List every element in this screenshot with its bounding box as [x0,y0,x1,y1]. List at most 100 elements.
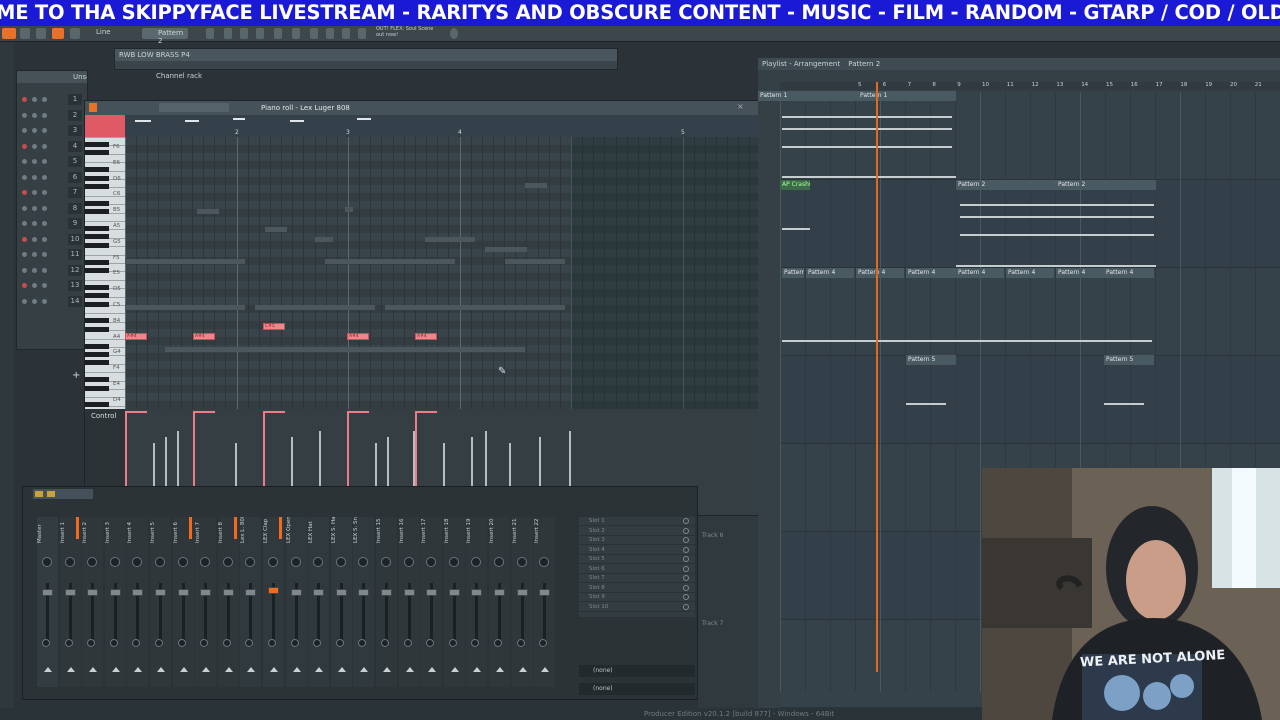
pan-knob-icon[interactable] [32,221,37,226]
channel-row[interactable]: 4 [20,140,82,154]
volume-fader[interactable] [494,589,505,596]
black-key[interactable] [85,360,109,366]
pan-knob-icon[interactable] [32,283,37,288]
pan-knob-icon[interactable] [32,267,37,273]
pan-knob-icon[interactable] [32,205,37,211]
mixer-meter-icon[interactable] [47,491,55,497]
channel-row[interactable]: 7 [20,187,82,200]
fx-slot[interactable]: Slot 4 [579,546,695,555]
route-arrow-icon[interactable] [360,667,369,672]
mode-select[interactable]: Line [96,28,111,36]
pan-knob-icon[interactable] [32,174,37,180]
send-knob-icon[interactable] [177,639,186,647]
mixer-strip[interactable]: Insert 5 [150,517,171,687]
midi-note[interactable]: A#4 [193,333,215,340]
channel-number[interactable]: 6 [68,171,82,183]
volume-knob-icon[interactable] [42,112,47,118]
mixer-strip[interactable]: Insert 7 [195,517,217,687]
help-icon[interactable] [326,28,334,39]
black-key[interactable] [85,402,109,408]
route-arrow-icon[interactable] [337,667,346,672]
news-ticker[interactable]: OUT! FLEX: Soul Scene out now! [376,26,438,41]
route-arrow-icon[interactable] [134,667,143,672]
piano-roll-icon[interactable] [224,28,232,39]
mixer-strip[interactable]: Insert 2 [82,517,104,687]
pan-knob-icon[interactable] [245,557,256,567]
volume-knob-icon[interactable] [42,174,47,180]
pan-knob-icon[interactable] [222,557,233,567]
send-knob-icon[interactable] [494,639,502,647]
fx-slot-toggle-icon[interactable] [683,594,689,600]
fx-slot-toggle-icon[interactable] [683,584,689,591]
channel-row[interactable]: 8 [20,202,82,216]
volume-fader[interactable] [64,589,76,596]
fx-slot[interactable]: Slot 6 [579,565,695,574]
send-knob-icon[interactable] [222,639,231,647]
send-knob-icon[interactable] [403,639,412,647]
fx-slot[interactable]: Slot 1 [579,517,695,526]
pan-knob-icon[interactable] [42,557,52,567]
record-button[interactable] [52,28,64,39]
mixer-strip[interactable]: Insert 15 [376,517,397,687]
channel-number[interactable]: 9 [68,218,82,229]
black-key[interactable] [85,167,109,173]
volume-fader[interactable] [290,589,302,596]
route-arrow-icon[interactable] [496,667,504,672]
pan-knob-icon[interactable] [32,236,37,242]
pan-knob-icon[interactable] [32,298,37,304]
pan-knob-icon[interactable] [516,557,527,567]
black-key[interactable] [85,200,109,206]
send-input-select[interactable]: (none) [579,665,695,677]
channel-number[interactable]: 13 [68,280,82,291]
volume-fader[interactable] [313,589,325,596]
route-arrow-icon[interactable] [157,667,165,672]
mixer-strip[interactable]: Insert 3 [104,517,126,687]
pr-close-icon[interactable]: × [737,102,744,111]
pencil-icon[interactable] [36,28,46,39]
mixer-strip[interactable]: Insert 8 [217,517,239,687]
tempo-icon[interactable] [310,28,318,39]
channel-row[interactable]: 2 [20,109,82,123]
send-knob-icon[interactable] [516,639,525,647]
route-arrow-icon[interactable] [473,667,482,672]
channel-led-icon[interactable] [22,221,27,226]
pr-tools-group[interactable] [159,103,229,112]
volume-knob-icon[interactable] [42,128,47,133]
volume-fader[interactable] [471,589,483,596]
send-output-select[interactable]: (none) [579,683,695,695]
piano-roll-grid[interactable]: A#4 A#4 C#5 A#4 A#4 [125,137,771,409]
pan-knob-icon[interactable] [200,557,211,567]
black-key[interactable] [85,150,109,156]
fx-slot[interactable]: Slot 2 [579,527,695,536]
pan-knob-icon[interactable] [358,557,369,567]
channel-number[interactable]: 14 [68,295,82,307]
plugin-icon[interactable] [292,28,300,39]
send-knob-icon[interactable] [42,639,50,647]
black-key[interactable] [85,184,109,189]
channel-number[interactable]: 5 [68,156,82,167]
volume-fader[interactable] [245,589,257,596]
mixer-strip[interactable]: Insert 4 [127,517,149,687]
route-arrow-icon[interactable] [202,667,211,672]
fx-slot[interactable]: Slot 5 [579,555,695,564]
channel-number[interactable]: 7 [68,187,82,198]
fx-slot-toggle-icon[interactable] [683,556,689,562]
pan-knob-icon[interactable] [494,557,504,567]
mixer-strip[interactable]: LEX S. Snare [353,517,375,687]
route-arrow-icon[interactable] [405,667,414,672]
channel-add-controls[interactable]: + [40,370,84,382]
pan-knob-icon[interactable] [64,557,75,567]
volume-fader[interactable] [222,589,234,596]
mixer-strip[interactable]: Insert 22 [534,517,556,687]
pan-knob-icon[interactable] [335,557,346,567]
volume-knob-icon[interactable] [42,267,47,273]
route-arrow-icon[interactable] [66,667,75,672]
channel-led-icon[interactable] [22,159,27,164]
channel-row[interactable]: 10 [20,233,82,247]
add-channel-icon[interactable]: + [72,370,80,381]
channel-led-icon[interactable] [22,112,27,118]
route-arrow-icon[interactable] [44,667,52,672]
route-arrow-icon[interactable] [247,667,256,672]
fx-slot-toggle-icon[interactable] [683,518,689,524]
track-7-header[interactable]: Track 7 [702,620,723,627]
